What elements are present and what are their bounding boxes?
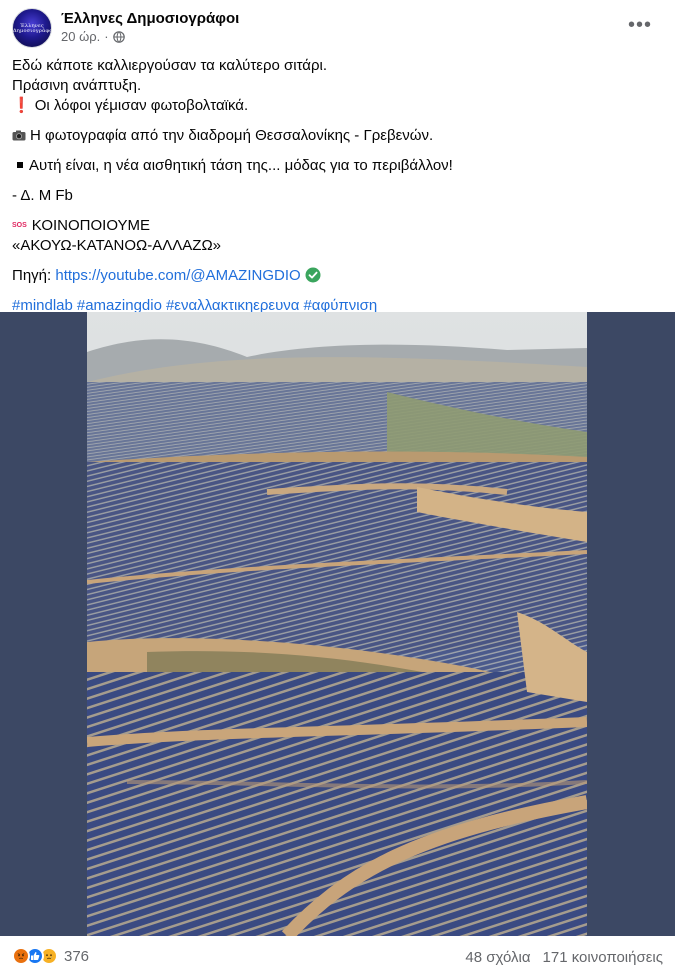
check-badge-icon [305,267,321,283]
shares-count[interactable]: 171 κοινοποιήσεις [543,949,663,966]
source-line: Πηγή: https://youtube.com/@AMAZINGDIO [12,266,662,286]
camera-icon [12,130,26,141]
post-footer: 376 48 σχόλια 171 κοινοποιήσεις [0,940,675,976]
post-media[interactable] [0,312,675,936]
more-options-icon[interactable]: ••• [628,14,651,36]
post-meta: 20 ώρ. · [61,29,125,44]
comments-count[interactable]: 48 σχόλια [465,949,530,966]
reaction-count[interactable]: 376 [64,948,89,965]
page-name[interactable]: Έλληνες Δημοσιογράφοι [61,10,239,27]
post-line: Εδώ κάποτε καλλιεργούσαν τα καλύτερο σιτ… [12,57,327,74]
post-header: Έλληνες Δημοσιογράφοι Έλληνες Δημοσιογρά… [0,0,675,50]
post-line: «ΑΚΟΥΩ-ΚΑΤΑΝΟΩ-ΑΛΛΑΖΩ» [12,237,221,254]
post-line: SOS ΚΟΙΝΟΠΟΙΟΥΜΕ [12,217,151,234]
avatar-logo-text: Έλληνες Δημοσιογράφοι [13,23,52,34]
sos-badge-icon: SOS [12,222,27,229]
aerial-solar-farm-image [87,312,587,936]
engagement-counts: 48 σχόλια 171 κοινοποιήσεις [465,949,663,966]
post-line: Πράσινη ανάπτυξη. [12,77,142,94]
post-line: Η φωτογραφία από την διαδρομή Θεσσαλονίκ… [12,126,662,146]
solar-farm-photo[interactable] [87,312,587,936]
meta-separator: · [104,29,109,44]
post-line: Αυτή είναι, η νέα αισθητική τάση της... … [12,156,662,176]
post-line: - Δ. Μ Fb [12,187,73,204]
reactions-summary[interactable]: 376 [12,947,89,965]
post-time[interactable]: 20 ώρ. [61,29,100,44]
exclamation-icon: ❗ [12,97,31,114]
post-line: ❗ Οι λόφοι γέμισαν φωτοβολταϊκά. [12,97,249,114]
black-square-icon [17,162,23,169]
page-avatar[interactable]: Έλληνες Δημοσιογράφοι [12,8,52,48]
post-text: Εδώ κάποτε καλλιεργούσαν τα καλύτερο σιτ… [12,56,662,316]
angry-icon [12,947,30,965]
globe-icon [112,30,125,43]
source-link[interactable]: https://youtube.com/@AMAZINGDIO [55,267,300,284]
